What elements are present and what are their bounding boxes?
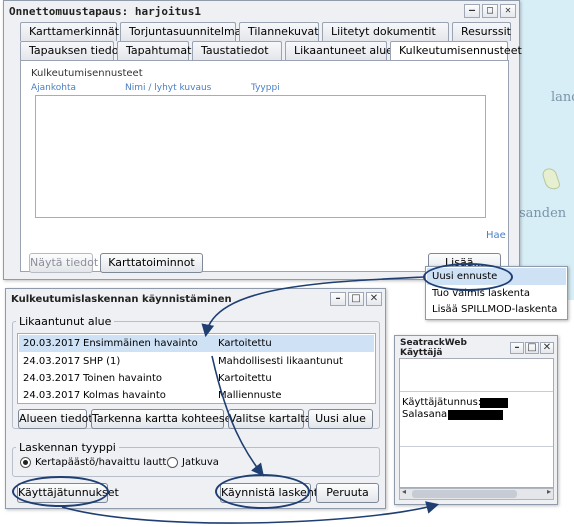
- minimize-icon[interactable]: –: [464, 4, 480, 18]
- radio-continuous-label: Jatkuva: [182, 457, 219, 468]
- row-date: 24.03.2017: [23, 356, 81, 367]
- tab-karttamerkinnat[interactable]: Karttamerkinnät: [20, 22, 119, 41]
- seatrack-titlebar: SeatrackWeb Käyttäjä – □ ✕: [395, 336, 557, 358]
- username-label: Käyttäjätunnus:: [402, 397, 482, 408]
- table-row[interactable]: 20.03.2017 Ensimmäinen havainto Kartoite…: [19, 335, 374, 352]
- tab-tapahtumat[interactable]: Tapahtumat: [117, 41, 191, 60]
- row-date: 24.03.2017: [23, 390, 81, 401]
- launch-window-titlebar: Kulkeutumislaskennan käynnistäminen – □ …: [6, 289, 385, 309]
- cancel-button[interactable]: Peruuta: [316, 483, 379, 503]
- area-details-button[interactable]: Alueen tiedot: [18, 409, 93, 429]
- close-icon[interactable]: ✕: [500, 4, 516, 18]
- section-title: Kulkeutumisennusteet: [31, 68, 143, 79]
- close-icon[interactable]: ✕: [366, 292, 382, 306]
- hae-link[interactable]: Hae: [486, 230, 506, 241]
- row-name: Kolmas havainto: [83, 390, 166, 401]
- zoom-to-target-button[interactable]: Tarkenna kartta kohteeseen: [91, 409, 245, 429]
- menu-item-import-calculation[interactable]: Tuo valmis laskenta: [427, 286, 566, 302]
- show-details-button[interactable]: Näytä tiedot: [29, 253, 98, 273]
- scrollbar-thumb[interactable]: [412, 490, 517, 498]
- radio-single-release-label: Kertapäästö/havaittu lautta: [35, 457, 173, 468]
- row-type: Kartoitettu: [218, 373, 272, 384]
- start-calculation-button[interactable]: Käynnistä laskenta: [220, 483, 325, 503]
- tab-kulkeutumisennusteet[interactable]: Kulkeutumisennusteet: [390, 41, 522, 61]
- radio-single-release[interactable]: Kertapäästö/havaittu lautta: [20, 457, 172, 468]
- seatrack-title: SeatrackWeb Käyttäjä: [400, 337, 467, 358]
- maximize-icon[interactable]: □: [348, 292, 364, 306]
- menu-item-new-forecast[interactable]: Uusi ennuste: [427, 268, 566, 285]
- table-row[interactable]: 24.03.2017 Toinen havainto Kartoitettu: [19, 370, 374, 387]
- seatrack-content: Käyttäjätunnus: Salasana:: [399, 358, 554, 488]
- minimize-icon[interactable]: –: [330, 292, 346, 306]
- forecast-list[interactable]: [35, 95, 486, 218]
- tab-tapauksen-tiedot[interactable]: Tapauksen tiedot: [20, 41, 123, 60]
- row-type: Mahdollisesti likaantunut: [218, 356, 343, 367]
- row-name: Ensimmäinen havainto: [83, 338, 198, 349]
- column-header-type[interactable]: Tyyppi: [251, 83, 280, 93]
- radio-continuous[interactable]: Jatkuva: [167, 457, 219, 468]
- map-actions-button[interactable]: Karttatoiminnot: [100, 253, 203, 273]
- table-row[interactable]: 24.03.2017 SHP (1) Mahdollisesti likaant…: [19, 353, 374, 370]
- calc-type-group-label: Laskennan tyyppi: [16, 441, 119, 454]
- tab-liitetyt-dokumentit[interactable]: Liitetyt dokumentit: [322, 22, 449, 41]
- tab-row-2: Tapauksen tiedot Tapahtumat Taustatiedot…: [20, 41, 522, 61]
- scroll-right-icon[interactable]: ▸: [547, 487, 551, 496]
- minimize-icon[interactable]: –: [510, 341, 524, 354]
- tab-taustatiedot[interactable]: Taustatiedot: [192, 41, 282, 60]
- row-type: Kartoitettu: [218, 338, 272, 349]
- scroll-left-icon[interactable]: ◂: [402, 487, 406, 496]
- row-name: Toinen havainto: [83, 373, 162, 384]
- password-label: Salasana:: [402, 409, 451, 420]
- tab-likaantuneet-alueet[interactable]: Likaantuneet alueet: [285, 41, 404, 60]
- new-area-button[interactable]: Uusi alue: [308, 409, 373, 429]
- launch-window-title: Kulkeutumislaskennan käynnistäminen: [11, 293, 232, 305]
- more-dropdown-menu: Uusi ennuste Tuo valmis laskenta Lisää S…: [425, 266, 568, 320]
- area-list[interactable]: 20.03.2017 Ensimmäinen havainto Kartoite…: [17, 333, 376, 404]
- column-header-name[interactable]: Nimi / lyhyt kuvaus: [125, 83, 211, 93]
- tab-torjuntasuunnitelmat[interactable]: Torjuntasuunnitelmat: [120, 22, 246, 41]
- table-row[interactable]: 24.03.2017 Kolmas havainto Malliennuste: [19, 387, 374, 404]
- select-from-map-button[interactable]: Valitse kartalta: [228, 409, 311, 429]
- horizontal-scrollbar[interactable]: ◂ ▸: [399, 487, 554, 500]
- incident-window-titlebar: Onnettomuustapaus: harjoitus1 – □ ✕: [4, 1, 519, 21]
- radio-unchecked-icon: [167, 457, 178, 468]
- tab-resurssit[interactable]: Resurssit: [452, 22, 511, 41]
- username-value-redacted: [480, 398, 508, 408]
- seatrack-login-window: SeatrackWeb Käyttäjä – □ ✕ Käyttäjätunnu…: [394, 335, 558, 505]
- row-date: 24.03.2017: [23, 373, 81, 384]
- menu-item-add-spillmod[interactable]: Lisää SPILLMOD-laskenta: [427, 302, 566, 318]
- row-date: 20.03.2017: [23, 338, 81, 349]
- close-icon[interactable]: ✕: [540, 341, 554, 354]
- credentials-button[interactable]: Käyttäjätunnukset: [17, 483, 119, 503]
- tab-panel: Kulkeutumisennusteet Ajankohta Nimi / ly…: [20, 60, 509, 273]
- maximize-icon[interactable]: □: [482, 4, 498, 18]
- password-value-redacted: [448, 410, 503, 420]
- row-name: SHP (1): [83, 356, 121, 367]
- launch-window: Kulkeutumislaskennan käynnistäminen – □ …: [5, 288, 386, 509]
- row-type: Malliennuste: [218, 390, 282, 401]
- area-group-label: Likaantunut alue: [16, 315, 115, 328]
- map-label-land: land: [551, 90, 574, 105]
- tab-row-1: Karttamerkinnät Torjuntasuunnitelmat Til…: [20, 22, 514, 41]
- window-title: Onnettomuustapaus: harjoitus1: [9, 4, 202, 18]
- incident-window: Onnettomuustapaus: harjoitus1 – □ ✕ Kart…: [3, 0, 522, 280]
- column-header-date[interactable]: Ajankohta: [31, 83, 76, 93]
- map-label-sanden: sanden: [519, 206, 567, 221]
- tab-tilannekuvat[interactable]: Tilannekuvat: [239, 22, 319, 41]
- radio-checked-icon: [20, 457, 31, 468]
- maximize-icon[interactable]: □: [525, 341, 539, 354]
